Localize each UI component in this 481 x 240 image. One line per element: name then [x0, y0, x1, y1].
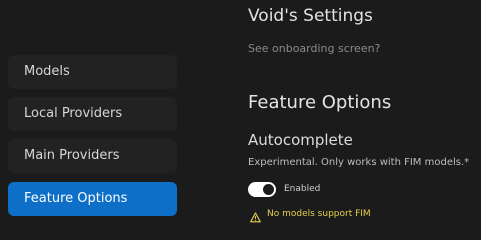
toggle-label: Enabled [284, 184, 321, 194]
autocomplete-toggle[interactable] [248, 181, 276, 197]
sidebar-item-local-providers[interactable]: Local Providers [8, 97, 177, 131]
warning-triangle-icon [250, 208, 261, 223]
onboarding-link[interactable]: See onboarding screen? [248, 42, 380, 55]
sidebar-item-models[interactable]: Models [8, 55, 177, 89]
fim-warning: No models support FIM [250, 208, 371, 223]
toggle-knob [263, 183, 274, 195]
sidebar-item-main-providers[interactable]: Main Providers [8, 139, 177, 173]
autocomplete-description: Experimental. Only works with FIM models… [248, 157, 470, 168]
sidebar-item-feature-options[interactable]: Feature Options [8, 182, 177, 216]
feature-options-heading: Feature Options [248, 92, 392, 113]
autocomplete-toggle-row: Enabled [248, 181, 320, 197]
settings-main: Void's Settings See onboarding screen? F… [248, 0, 481, 228]
warning-text: No models support FIM [267, 208, 371, 219]
page-title: Void's Settings [248, 6, 373, 26]
autocomplete-heading: Autocomplete [248, 131, 353, 149]
